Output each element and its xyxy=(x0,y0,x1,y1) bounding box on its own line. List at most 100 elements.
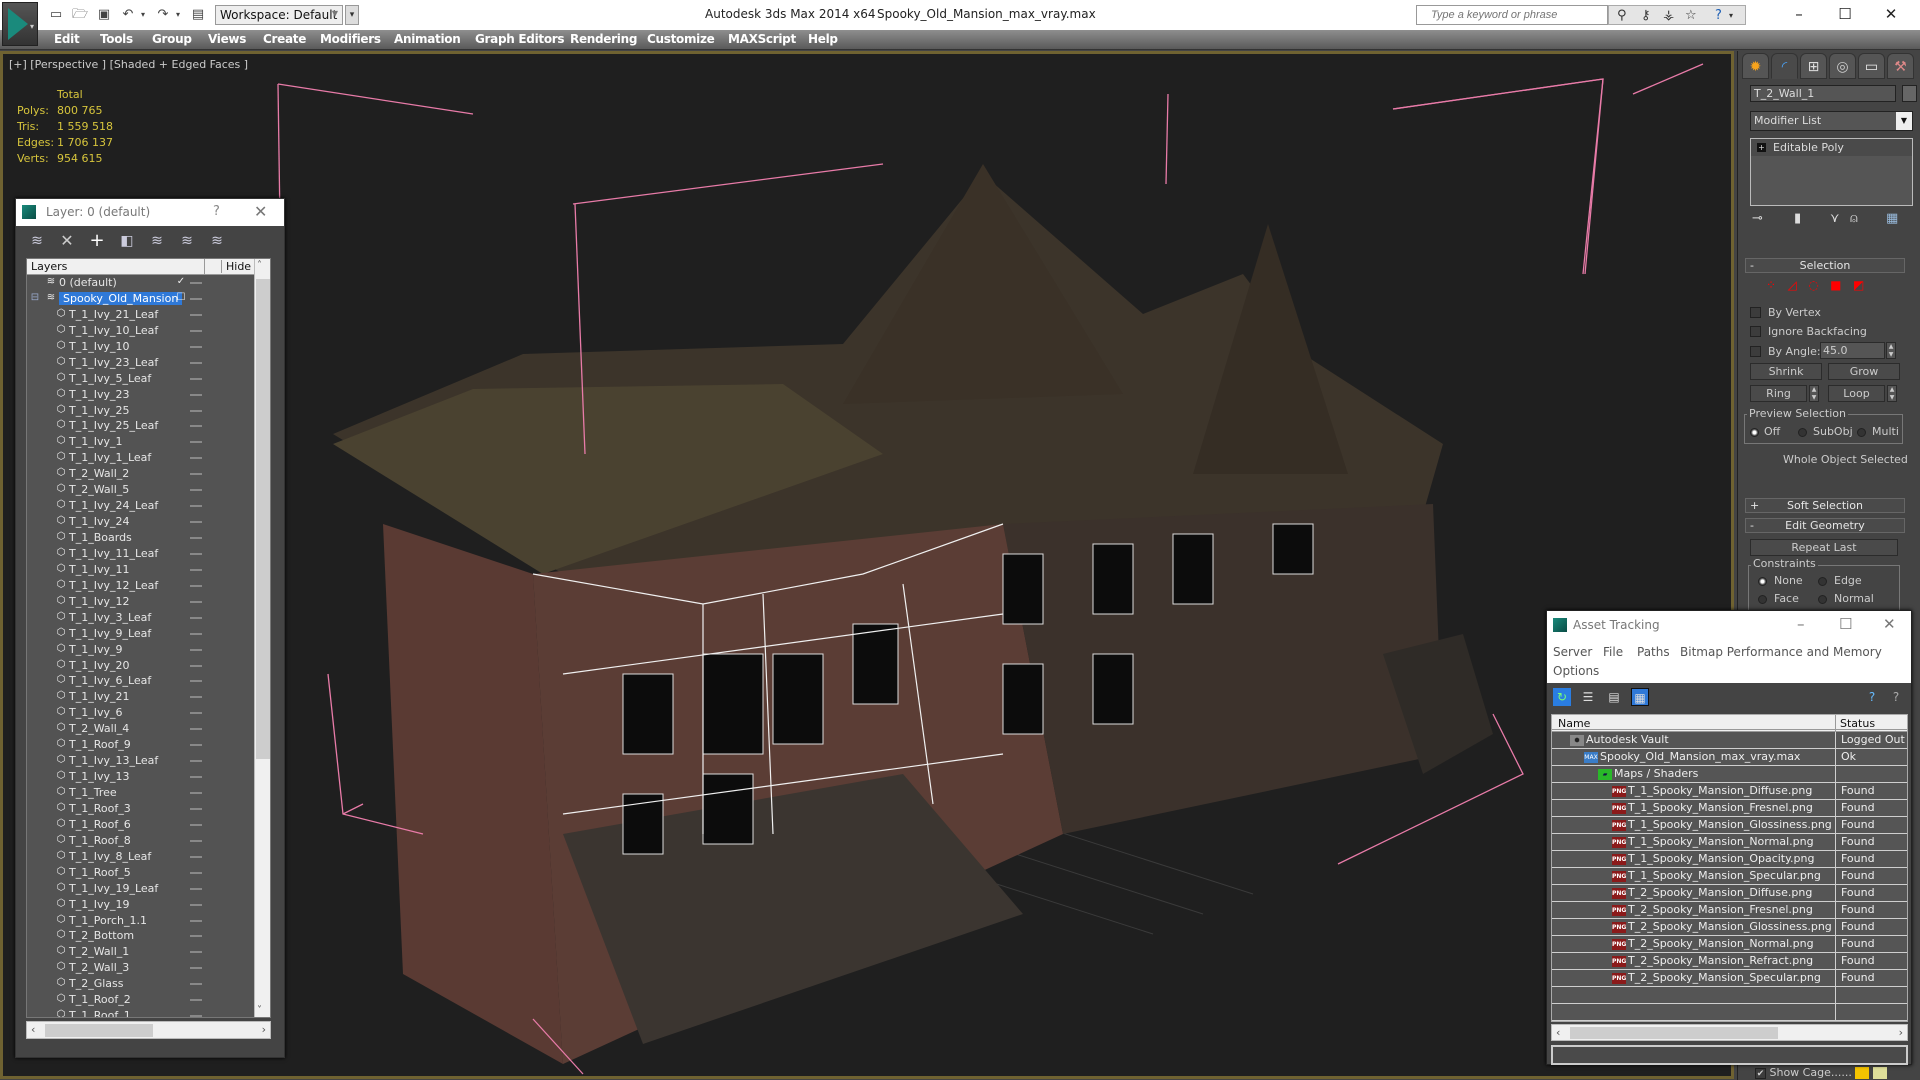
object-row[interactable]: ⬡ T_1_Ivy_6 xyxy=(27,705,270,721)
object-row[interactable]: ⬡ T_1_Tree xyxy=(27,785,270,801)
preview-subobj-radio[interactable] xyxy=(1798,428,1807,437)
element-mode-icon[interactable]: ◩ xyxy=(1853,278,1864,292)
scroll-up-icon[interactable]: ˄ xyxy=(257,260,262,271)
search-box[interactable] xyxy=(1416,5,1608,25)
tree-view-icon[interactable]: ▤ xyxy=(1605,688,1623,706)
constraint-normal-radio[interactable] xyxy=(1818,595,1827,604)
select-objects-icon[interactable]: ◧ xyxy=(118,232,136,250)
menu-paths[interactable]: Paths xyxy=(1637,645,1670,659)
scroll-thumb[interactable] xyxy=(256,279,270,759)
save-file-icon[interactable]: ▣ xyxy=(96,7,112,23)
hide-toggle[interactable] xyxy=(190,425,202,428)
menu-file[interactable]: File xyxy=(1603,645,1623,659)
scroll-left-icon[interactable]: ‹ xyxy=(1556,1026,1560,1039)
hide-toggle[interactable] xyxy=(190,377,202,380)
viewport-label[interactable]: [+] [Perspective ] [Shaded + Edged Faces… xyxy=(9,58,248,71)
highlight-selected-icon[interactable]: ≋ xyxy=(148,232,166,250)
workspace-dropdown[interactable]: Workspace: Default ▼ xyxy=(215,5,343,25)
hide-toggle[interactable] xyxy=(190,983,202,986)
object-row[interactable]: ⬡ T_1_Porch_1.1 xyxy=(27,913,270,929)
object-row[interactable]: ⬡ T_1_Ivy_11 xyxy=(27,562,270,578)
redo-dropdown-icon[interactable]: ▾ xyxy=(170,7,186,23)
horizontal-scrollbar[interactable]: ‹ › xyxy=(26,1021,271,1039)
hide-toggle[interactable] xyxy=(190,521,202,524)
hide-toggle[interactable] xyxy=(190,680,202,683)
object-row[interactable]: ⬡ T_1_Ivy_12_Leaf xyxy=(27,578,270,594)
layer-dialog-titlebar[interactable]: Layer: 0 (default) ? ✕ xyxy=(16,199,284,226)
scroll-left-icon[interactable]: ‹ xyxy=(31,1023,35,1036)
menu-tools[interactable]: Tools xyxy=(100,32,133,46)
hide-toggle[interactable] xyxy=(190,871,202,874)
loop-button[interactable]: Loop xyxy=(1828,385,1885,402)
add-to-layer-icon[interactable]: + xyxy=(88,232,106,250)
hide-toggle[interactable] xyxy=(190,887,202,890)
hide-toggle[interactable] xyxy=(190,951,202,954)
hide-toggle[interactable] xyxy=(190,712,202,715)
cage-color-swatch[interactable] xyxy=(1855,1067,1870,1079)
help-button[interactable]: ? xyxy=(213,204,220,219)
asset-row[interactable]: ▰ Maps / Shaders xyxy=(1552,766,1907,783)
hide-toggle[interactable] xyxy=(190,967,202,970)
list-view-icon[interactable]: ☰ xyxy=(1579,688,1597,706)
shrink-button[interactable]: Shrink xyxy=(1750,363,1822,380)
hide-toggle[interactable] xyxy=(190,441,202,444)
undo-dropdown-icon[interactable]: ▾ xyxy=(135,7,151,23)
minimize-button[interactable]: – xyxy=(1776,3,1822,25)
minimize-button[interactable]: – xyxy=(1797,615,1805,633)
maximize-button[interactable]: ☐ xyxy=(1822,3,1868,25)
angle-spinner[interactable]: ▲ ▼ xyxy=(1886,342,1896,359)
hide-toggle[interactable] xyxy=(190,505,202,508)
polygon-mode-icon[interactable]: ■ xyxy=(1830,278,1841,292)
soft-selection-rollout-header[interactable]: + Soft Selection xyxy=(1745,498,1905,513)
hide-toggle[interactable] xyxy=(190,823,202,826)
object-row[interactable]: ⬡ T_1_Ivy_19_Leaf xyxy=(27,881,270,897)
hide-toggle[interactable] xyxy=(190,632,202,635)
layer-row[interactable]: ⊟ ≋ Spooky_Old_Mansion ☐ xyxy=(27,291,270,307)
set-current-layer-icon[interactable]: ☐ xyxy=(175,292,187,304)
object-row[interactable]: ⬡ T_1_Boards xyxy=(27,530,270,546)
asset-path-field[interactable] xyxy=(1551,1045,1908,1065)
help-icon[interactable]: ? xyxy=(1715,8,1722,23)
cage-selected-color-swatch[interactable] xyxy=(1872,1067,1887,1079)
hide-toggle[interactable] xyxy=(190,584,202,587)
hide-toggle[interactable] xyxy=(190,664,202,667)
hide-toggle[interactable] xyxy=(190,361,202,364)
create-tab-icon[interactable]: ✹ xyxy=(1742,53,1769,79)
by-vertex-checkbox[interactable] xyxy=(1750,307,1761,318)
scroll-down-icon[interactable]: ˅ xyxy=(257,1005,262,1016)
hide-toggle[interactable] xyxy=(190,792,202,794)
menu-views[interactable]: Views xyxy=(208,32,246,46)
object-row[interactable]: ⬡ T_1_Ivy_25_Leaf xyxy=(27,418,270,434)
scroll-thumb[interactable] xyxy=(45,1024,153,1037)
object-color-swatch[interactable] xyxy=(1902,85,1917,102)
asset-row[interactable]: PNG T_1_Spooky_Mansion_Normal.png Found xyxy=(1552,834,1907,851)
object-row[interactable]: ⬡ T_1_Ivy_21 xyxy=(27,689,270,705)
undo-icon[interactable]: ↶ xyxy=(120,7,136,23)
vault-help-icon[interactable]: ? xyxy=(1863,688,1881,706)
redo-icon[interactable]: ↷ xyxy=(155,7,171,23)
project-folder-icon[interactable]: ▤ xyxy=(190,7,206,23)
object-row[interactable]: ⬡ T_1_Ivy_23 xyxy=(27,387,270,403)
by-angle-checkbox[interactable] xyxy=(1750,346,1761,357)
object-row[interactable]: ⬡ T_1_Ivy_12 xyxy=(27,594,270,610)
object-row[interactable]: ⬡ T_1_Ivy_9 xyxy=(27,642,270,658)
pin-stack-icon[interactable]: ⊸ xyxy=(1752,211,1763,226)
display-tab-icon[interactable]: ▭ xyxy=(1858,53,1885,79)
object-row[interactable]: ⬡ T_1_Roof_1 xyxy=(27,1008,270,1017)
hide-toggle[interactable] xyxy=(190,776,202,779)
preview-multi-radio[interactable] xyxy=(1857,428,1866,437)
hide-toggle[interactable] xyxy=(190,282,202,284)
menu-graph-editors[interactable]: Graph Editors xyxy=(475,32,565,46)
hide-toggle[interactable] xyxy=(190,855,202,858)
asset-tracking-titlebar[interactable]: Asset Tracking – ☐ ✕ Server File Paths B… xyxy=(1547,611,1911,683)
customize-quick-access-button[interactable]: ▾ xyxy=(345,5,359,25)
key-icon[interactable]: ⚷ xyxy=(1641,8,1651,23)
menu-animation[interactable]: Animation xyxy=(394,32,461,46)
collapse-icon[interactable]: ⊟ xyxy=(29,292,41,304)
hide-toggle[interactable] xyxy=(190,409,202,412)
hide-column-header[interactable]: Hide xyxy=(221,260,251,273)
ignore-backfacing-checkbox[interactable] xyxy=(1750,326,1761,337)
hide-toggle[interactable] xyxy=(190,744,202,747)
expand-icon[interactable]: + xyxy=(1757,143,1766,152)
modifier-list-dropdown[interactable]: Modifier List ▼ xyxy=(1750,111,1913,131)
